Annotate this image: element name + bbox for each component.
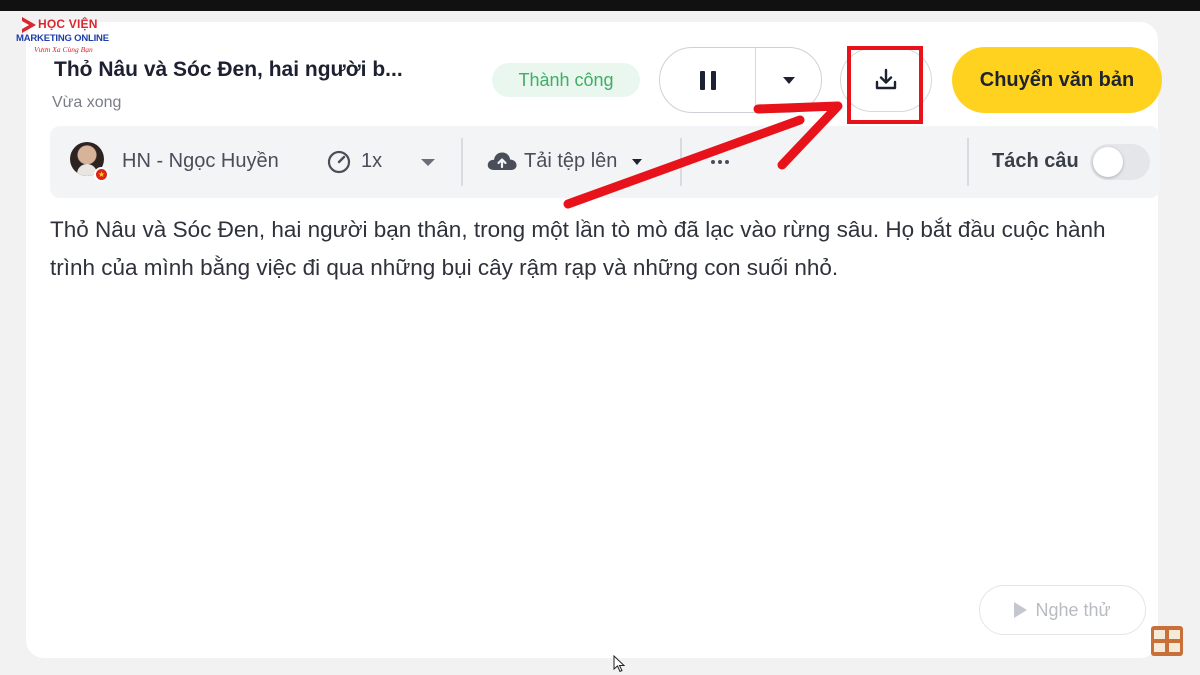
annotation-arrow [563, 101, 843, 209]
